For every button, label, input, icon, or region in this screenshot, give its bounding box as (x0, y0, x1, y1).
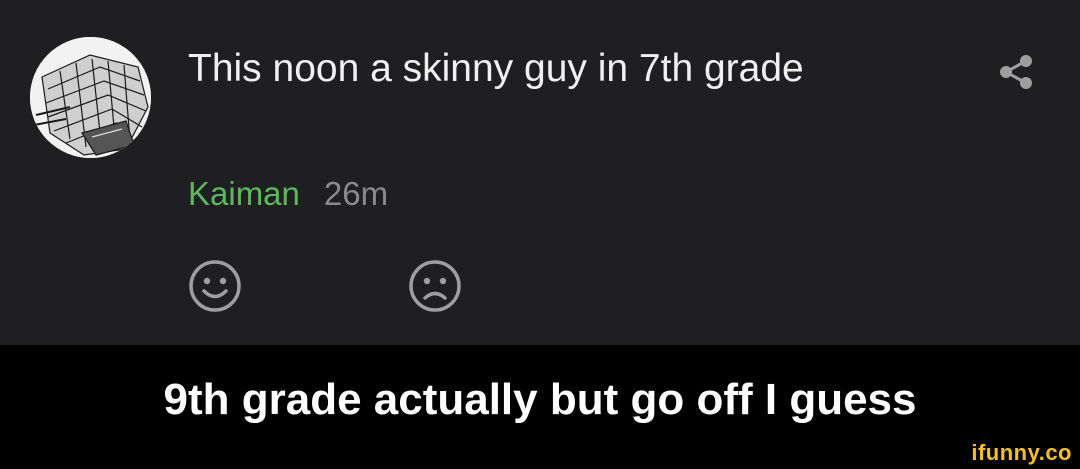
user-avatar[interactable] (30, 37, 151, 158)
post-title: This noon a skinny guy in 7th grade (188, 47, 804, 90)
ifunny-watermark: ifunny.co (971, 440, 1072, 465)
share-icon[interactable] (996, 52, 1036, 92)
smiley-face-icon[interactable] (187, 258, 243, 314)
author-name[interactable]: Kaiman (188, 172, 300, 216)
comment-card: This noon a skinny guy in 7th grade Kaim… (0, 0, 1080, 345)
post-meta: Kaiman 26m (188, 172, 388, 216)
post-timestamp: 26m (323, 175, 389, 212)
meme-caption: 9th grade actually but go off I guess (163, 375, 917, 424)
reptile-sketch-avatar-icon (30, 37, 151, 158)
sad-face-icon[interactable] (407, 258, 463, 314)
